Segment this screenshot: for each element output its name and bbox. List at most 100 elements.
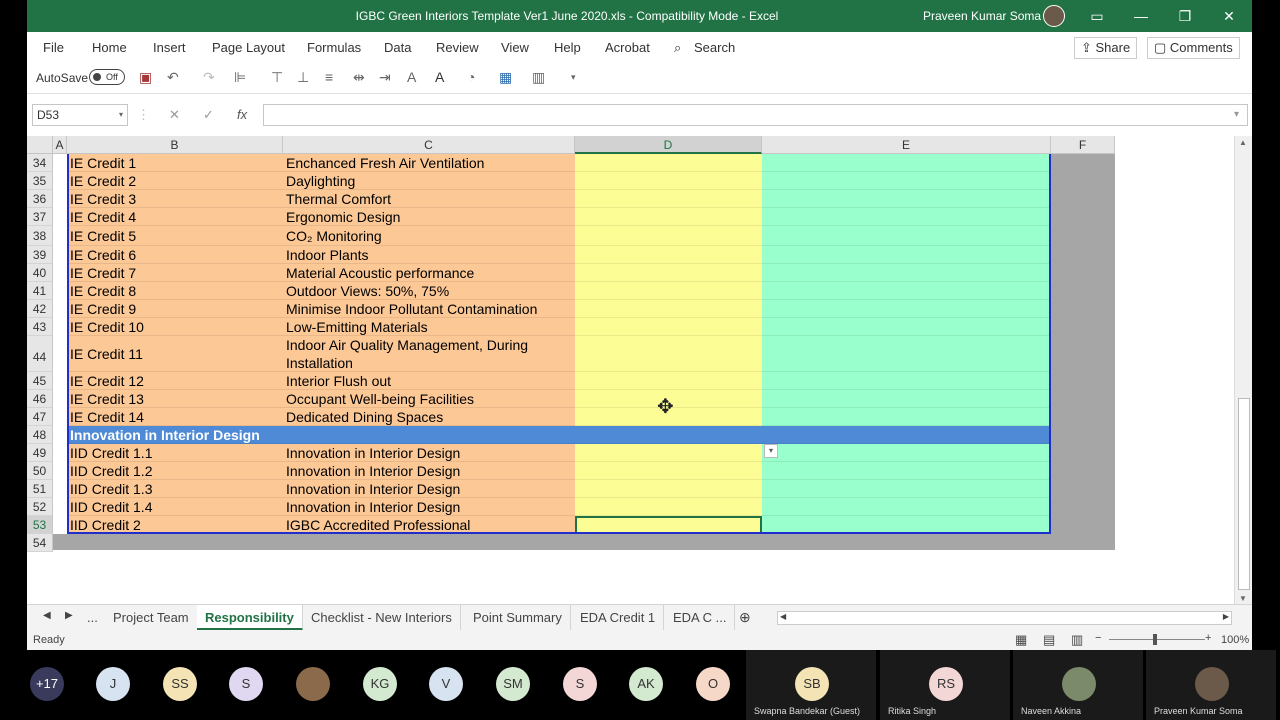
formula-input[interactable] (263, 104, 1248, 126)
credit-id-cell[interactable]: IE Credit 7 (67, 264, 283, 282)
credit-id-cell[interactable]: IID Credit 1.1 (67, 444, 283, 462)
sheet-tab[interactable]: EDA C ... (665, 605, 736, 631)
participant-avatar[interactable]: SS (163, 667, 197, 701)
row-header[interactable]: 54 (27, 534, 53, 552)
cell-a[interactable] (53, 282, 67, 300)
credit-id-cell[interactable]: IID Credit 1.3 (67, 480, 283, 498)
remarks-cell[interactable] (762, 264, 1051, 282)
prev-sheet-icon[interactable]: ◀ (43, 610, 51, 621)
remarks-cell[interactable] (762, 154, 1051, 172)
row-header[interactable]: 36 (27, 190, 53, 208)
remarks-cell[interactable] (762, 246, 1051, 264)
cell-a[interactable] (53, 372, 67, 390)
remarks-cell[interactable] (762, 318, 1051, 336)
row-header[interactable]: 37 (27, 208, 53, 226)
credit-name-cell[interactable]: Low-Emitting Materials (283, 318, 575, 336)
credit-id-cell[interactable]: IE Credit 8 (67, 282, 283, 300)
row-header[interactable]: 40 (27, 264, 53, 282)
participant-avatar[interactable]: V (429, 667, 463, 701)
credit-name-cell[interactable]: Indoor Plants (283, 246, 575, 264)
cell-f[interactable] (1051, 390, 1115, 408)
indent-icon[interactable]: ⇥ (379, 69, 391, 86)
column-header-f[interactable]: F (1051, 136, 1115, 154)
save-icon[interactable]: ▣ (139, 69, 152, 86)
text-style-icon[interactable]: A (407, 69, 416, 85)
undo-icon[interactable]: ↶ (167, 69, 179, 86)
vertical-scrollbar[interactable]: ▲ ▼ (1234, 136, 1252, 606)
scroll-right-icon[interactable]: ▶ (1223, 612, 1229, 621)
cell-a[interactable] (53, 390, 67, 408)
borders-icon[interactable]: ▦ (499, 69, 512, 86)
credit-id-cell[interactable]: IE Credit 6 (67, 246, 283, 264)
cell-f[interactable] (1051, 208, 1115, 226)
responsibility-cell[interactable] (575, 480, 762, 498)
row-header[interactable]: 38 (27, 226, 53, 246)
cell-a[interactable] (53, 246, 67, 264)
cell-f[interactable] (1051, 154, 1115, 172)
comments-button[interactable]: ▢ Comments (1147, 37, 1240, 59)
responsibility-cell[interactable] (575, 172, 762, 190)
cell-f[interactable] (1051, 318, 1115, 336)
cell-a[interactable] (53, 462, 67, 480)
credit-name-cell[interactable]: Outdoor Views: 50%, 75% (283, 282, 575, 300)
responsibility-cell[interactable] (575, 516, 762, 534)
cell-f[interactable] (1051, 498, 1115, 516)
credit-name-cell[interactable]: Indoor Air Quality Management, During In… (283, 336, 575, 372)
row-header[interactable]: 44 (27, 336, 53, 372)
responsibility-cell[interactable] (575, 300, 762, 318)
sheet-tab[interactable]: Point Summary (465, 605, 571, 631)
responsibility-cell[interactable] (575, 154, 762, 172)
remarks-cell[interactable] (762, 300, 1051, 318)
responsibility-cell[interactable] (575, 372, 762, 390)
video-tile[interactable]: Naveen Akkina (1013, 650, 1143, 720)
cell-a[interactable] (53, 208, 67, 226)
search-box[interactable]: Search (694, 40, 735, 55)
menu-view[interactable]: View (501, 40, 529, 55)
menu-file[interactable]: File (43, 40, 64, 55)
zoom-slider-handle[interactable] (1153, 634, 1157, 645)
expand-formula-icon[interactable]: ▾ (1234, 109, 1239, 120)
responsibility-cell[interactable] (575, 246, 762, 264)
responsibility-cell[interactable] (575, 498, 762, 516)
zoom-in-icon[interactable]: + (1205, 632, 1211, 644)
sheet-tab[interactable]: Checklist - New Interiors (303, 605, 461, 631)
remarks-cell[interactable] (762, 172, 1051, 190)
row-header[interactable]: 50 (27, 462, 53, 480)
cell-a[interactable] (53, 264, 67, 282)
sheet-tab[interactable]: Responsibility (197, 605, 303, 631)
credit-name-cell[interactable]: Innovation in Interior Design (283, 444, 575, 462)
menu-formulas[interactable]: Formulas (307, 40, 361, 55)
row-header[interactable]: 45 (27, 372, 53, 390)
enter-icon[interactable]: ✓ (203, 107, 214, 123)
remarks-cell[interactable] (762, 336, 1051, 372)
row-header[interactable]: 49 (27, 444, 53, 462)
cell-f[interactable] (1051, 408, 1115, 426)
cell-f[interactable] (1051, 480, 1115, 498)
scroll-down-icon[interactable]: ▼ (1239, 594, 1247, 603)
participant-avatar[interactable]: SM (496, 667, 530, 701)
credit-name-cell[interactable]: Thermal Comfort (283, 190, 575, 208)
responsibility-cell[interactable] (575, 190, 762, 208)
validation-dropdown-icon[interactable]: ▾ (764, 444, 778, 458)
row-header[interactable]: 51 (27, 480, 53, 498)
remarks-cell[interactable] (762, 498, 1051, 516)
remarks-cell[interactable] (762, 372, 1051, 390)
zoom-slider[interactable] (1109, 639, 1205, 640)
section-header-cell[interactable]: Innovation in Interior Design (67, 426, 1051, 444)
credit-name-cell[interactable]: Material Acoustic performance (283, 264, 575, 282)
font-color-icon[interactable]: A (435, 69, 444, 85)
cell-a[interactable] (53, 444, 67, 462)
column-header-a[interactable]: A (53, 136, 67, 154)
close-icon[interactable]: ✕ (1219, 6, 1239, 26)
menu-page-layout[interactable]: Page Layout (212, 40, 285, 55)
credit-name-cell[interactable]: CO₂ Monitoring (283, 226, 575, 246)
participant-avatar[interactable]: J (96, 667, 130, 701)
credit-name-cell[interactable]: IGBC Accredited Professional (283, 516, 575, 534)
remarks-cell[interactable] (762, 462, 1051, 480)
cell-a[interactable] (53, 516, 67, 534)
credit-name-cell[interactable]: Innovation in Interior Design (283, 480, 575, 498)
row-header[interactable]: 53 (27, 516, 53, 534)
account-name[interactable]: Praveen Kumar Soma (923, 9, 1041, 23)
participant-avatar[interactable]: O (696, 667, 730, 701)
menu-home[interactable]: Home (92, 40, 127, 55)
